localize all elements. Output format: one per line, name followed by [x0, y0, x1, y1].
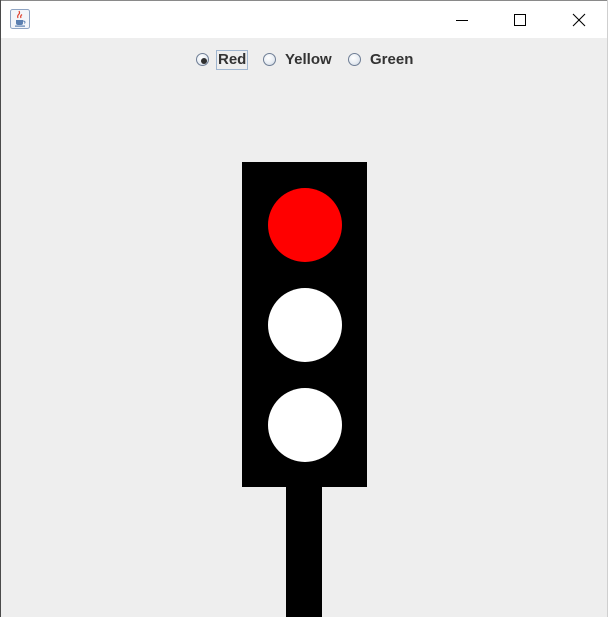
- yellow-lamp: [268, 288, 342, 362]
- red-lamp: [268, 188, 342, 262]
- traffic-light-canvas: [242, 162, 367, 617]
- green-lamp: [268, 388, 342, 462]
- app-window: Red Yellow Green: [0, 0, 608, 617]
- traffic-light-pole: [286, 487, 322, 617]
